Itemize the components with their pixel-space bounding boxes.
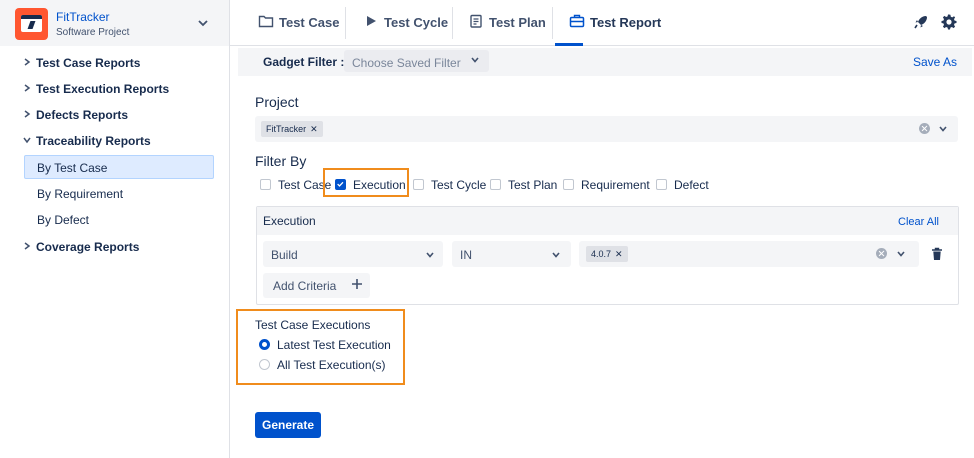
add-criteria-button[interactable]: Add Criteria xyxy=(263,273,370,298)
checkmark-icon xyxy=(337,181,344,187)
sidebar-subitem-by-defect[interactable]: By Defect xyxy=(24,207,214,231)
execution-criteria-panel: Execution Clear All Build IN 4.0.7 ✕ Add … xyxy=(256,206,959,305)
sidebar-item-label: Traceability Reports xyxy=(36,134,151,148)
project-label: Project xyxy=(255,94,299,110)
execution-panel-title: Execution xyxy=(263,214,316,228)
add-criteria-label: Add Criteria xyxy=(273,279,337,293)
sidebar-item-traceability-reports[interactable]: Traceability Reports xyxy=(0,129,229,153)
project-name: FitTracker xyxy=(56,10,110,24)
clear-all-link[interactable]: Clear All xyxy=(898,216,939,228)
sidebar: FitTracker Software Project Test Case Re… xyxy=(0,0,230,458)
sidebar-item-coverage-reports[interactable]: Coverage Reports xyxy=(0,235,229,259)
briefcase-icon xyxy=(569,14,585,28)
clear-icon[interactable] xyxy=(919,123,930,134)
top-tab-bar: Test Case Test Cycle Test Plan Test Repo… xyxy=(230,0,974,46)
chevron-down-icon xyxy=(23,137,31,144)
sidebar-item-defects-reports[interactable]: Defects Reports xyxy=(0,103,229,127)
radio-selected[interactable] xyxy=(259,339,270,350)
checkbox-label: Execution xyxy=(353,178,406,192)
chevron-right-icon xyxy=(24,110,31,118)
tab-divider xyxy=(552,7,553,39)
checkbox[interactable] xyxy=(490,179,501,190)
criteria-field-select[interactable]: Build xyxy=(263,241,443,267)
checkbox[interactable] xyxy=(413,179,424,190)
sidebar-item-label: Test Case Reports xyxy=(36,56,141,70)
radio-label: Latest Test Execution xyxy=(277,338,391,352)
checkbox[interactable] xyxy=(563,179,574,190)
checkbox[interactable] xyxy=(656,179,667,190)
checkbox-checked[interactable] xyxy=(335,179,346,190)
remove-chip-icon[interactable]: ✕ xyxy=(310,124,318,134)
tab-label: Test Report xyxy=(590,15,662,30)
project-select[interactable]: FitTracker ✕ xyxy=(255,116,958,142)
checkbox-label: Test Plan xyxy=(508,178,558,192)
checkbox-label: Requirement xyxy=(581,178,650,192)
value-chip: 4.0.7 ✕ xyxy=(586,246,628,262)
plus-icon xyxy=(352,279,362,289)
sidebar-item-test-execution-reports[interactable]: Test Execution Reports xyxy=(0,77,229,101)
tab-label: Test Case xyxy=(279,15,340,30)
saved-filter-select[interactable]: Choose Saved Filter xyxy=(344,50,489,72)
generate-button[interactable]: Generate xyxy=(255,412,321,438)
radio-label: All Test Execution(s) xyxy=(277,358,386,372)
test-case-executions-title: Test Case Executions xyxy=(255,318,371,332)
criteria-operator-value: IN xyxy=(460,248,472,262)
desktop-bolt-icon xyxy=(15,8,48,40)
chevron-down-icon[interactable] xyxy=(197,17,209,29)
chevron-down-icon xyxy=(552,252,560,258)
execution-panel-header: Execution Clear All xyxy=(257,207,958,235)
sidebar-item-test-case-reports[interactable]: Test Case Reports xyxy=(0,51,229,75)
tab-divider xyxy=(345,7,346,39)
saved-filter-placeholder: Choose Saved Filter xyxy=(352,56,461,70)
clear-icon[interactable] xyxy=(876,248,887,259)
checkbox[interactable] xyxy=(260,179,271,190)
sidebar-item-label: Test Execution Reports xyxy=(36,82,170,96)
project-chip: FitTracker ✕ xyxy=(261,121,323,137)
project-chip-label: FitTracker xyxy=(266,124,307,134)
sidebar-subitem-label: By Test Case xyxy=(37,161,108,175)
criteria-value-select[interactable]: 4.0.7 ✕ xyxy=(579,241,919,267)
criteria-operator-select[interactable]: IN xyxy=(452,241,571,267)
sidebar-subitem-label: By Requirement xyxy=(37,187,124,201)
chevron-right-icon xyxy=(24,84,31,92)
tab-label: Test Cycle xyxy=(384,15,449,30)
sidebar-subitem-by-test-case[interactable]: By Test Case xyxy=(24,155,214,179)
sidebar-item-label: Defects Reports xyxy=(36,108,129,122)
rocket-icon[interactable] xyxy=(912,13,930,31)
gear-icon[interactable] xyxy=(940,13,958,31)
chevron-down-icon[interactable] xyxy=(938,124,948,134)
chevron-down-icon xyxy=(471,57,479,63)
sidebar-subitem-by-requirement[interactable]: By Requirement xyxy=(24,181,214,205)
project-type: Software Project xyxy=(56,27,130,38)
remove-chip-icon[interactable]: ✕ xyxy=(615,249,623,259)
tab-divider xyxy=(452,7,453,39)
trash-icon[interactable] xyxy=(931,247,943,261)
checkbox-label: Defect xyxy=(674,178,709,192)
folder-icon xyxy=(258,15,274,28)
gadget-filter-label: Gadget Filter : xyxy=(263,55,345,69)
chevron-right-icon xyxy=(24,58,31,66)
criteria-field-value: Build xyxy=(271,248,298,262)
tab-label: Test Plan xyxy=(489,15,546,30)
chevron-right-icon xyxy=(24,242,31,250)
sidebar-subitem-label: By Defect xyxy=(37,213,90,227)
play-icon xyxy=(367,16,376,26)
value-chip-label: 4.0.7 xyxy=(591,249,612,259)
project-header[interactable]: FitTracker Software Project xyxy=(0,0,229,46)
save-as-link[interactable]: Save As xyxy=(913,55,957,69)
filter-by-label: Filter By xyxy=(255,153,307,169)
chevron-down-icon xyxy=(426,252,434,258)
checkbox-label: Test Cycle xyxy=(431,178,487,192)
sidebar-item-label: Coverage Reports xyxy=(36,240,140,254)
chevron-down-icon[interactable] xyxy=(896,249,906,259)
radio-unselected[interactable] xyxy=(259,359,270,370)
clipboard-icon xyxy=(470,14,482,28)
checkbox-label: Test Case xyxy=(278,178,332,192)
gadget-filter-bar: Gadget Filter : Choose Saved Filter Save… xyxy=(238,48,972,76)
active-tab-indicator xyxy=(555,43,583,46)
